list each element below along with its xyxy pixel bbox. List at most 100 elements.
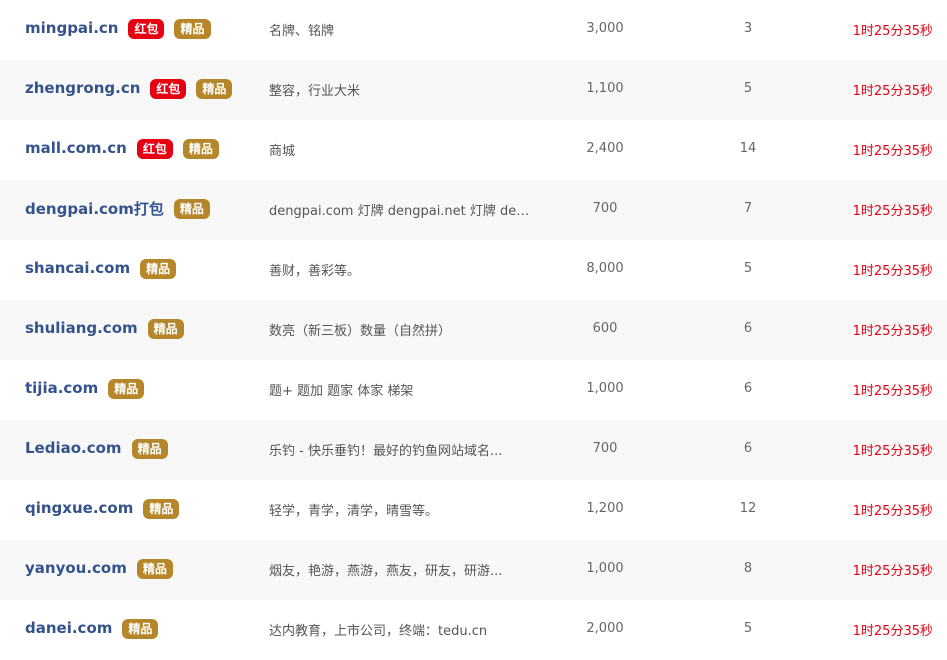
countdown-cell: 1时25分35秒 <box>852 83 933 99</box>
description-text: 商城 <box>269 143 296 159</box>
premium-badge: 精品 <box>182 139 219 159</box>
price-cell: 1,200 <box>586 500 624 516</box>
price-cell: 2,400 <box>586 140 624 156</box>
description-text: dengpai.com 灯牌 dengpai.net 灯牌 den... <box>269 203 532 219</box>
price-cell: 1,000 <box>586 380 624 396</box>
domain-cell: zhengrong.cn 红包 精品 <box>25 60 233 116</box>
domain-link[interactable]: tijia.com <box>25 379 98 397</box>
price-cell: 1,000 <box>586 560 624 576</box>
bid-count-cell: 5 <box>743 260 753 276</box>
premium-badge: 精品 <box>147 319 184 339</box>
premium-badge: 精品 <box>196 79 233 99</box>
description-cell: 商城 <box>269 120 539 178</box>
red-packet-badge: 红包 <box>136 139 173 159</box>
red-packet-badge: 红包 <box>128 19 165 39</box>
description-cell: 善财，善彩等。 <box>269 240 539 298</box>
price-cell: 600 <box>592 320 618 336</box>
countdown-cell: 1时25分35秒 <box>852 563 933 579</box>
countdown-cell: 1时25分35秒 <box>852 203 933 219</box>
domain-link[interactable]: danei.com <box>25 619 112 637</box>
bid-count-cell: 14 <box>739 140 757 156</box>
table-row[interactable]: danei.com 精品 达内教育，上市公司，终端：tedu.cn 2,000 5 1时2… <box>0 600 947 660</box>
table-row[interactable]: Lediao.com 精品 乐钓 - 快乐垂钓！最好的钓鱼网站域名... 700 6 1时… <box>0 420 947 480</box>
description-cell: 数亮（新三板）数量（自然拼） <box>269 300 539 358</box>
countdown-cell: 1时25分35秒 <box>852 263 933 279</box>
price-cell: 3,000 <box>586 20 624 36</box>
domain-link[interactable]: shancai.com <box>25 259 130 277</box>
description-cell: 烟友，艳游，燕游，燕友，研友，研游... <box>269 540 539 598</box>
table-row[interactable]: dengpai.com打包 精品 dengpai.com 灯牌 dengpai.ne… <box>0 180 947 240</box>
domain-link[interactable]: yanyou.com <box>25 559 127 577</box>
description-text: 乐钓 - 快乐垂钓！最好的钓鱼网站域名... <box>269 443 503 459</box>
bid-count-cell: 7 <box>743 200 753 216</box>
red-packet-badge: 红包 <box>150 79 187 99</box>
table-row[interactable]: shancai.com 精品 善财，善彩等。 8,000 5 1时25分35秒 <box>0 240 947 300</box>
countdown-cell: 1时25分35秒 <box>852 503 933 519</box>
domain-link[interactable]: dengpai.com打包 <box>25 198 164 219</box>
description-cell: 整容，行业大米 <box>269 60 539 118</box>
description-text: 善财，善彩等。 <box>269 263 361 279</box>
description-text: 数亮（新三板）数量（自然拼） <box>269 323 452 339</box>
premium-badge: 精品 <box>174 19 211 39</box>
description-text: 轻学，青学，清学，晴雪等。 <box>269 503 439 519</box>
countdown-cell: 1时25分35秒 <box>852 323 933 339</box>
premium-badge: 精品 <box>122 619 159 639</box>
premium-badge: 精品 <box>108 379 145 399</box>
domain-cell: shuliang.com 精品 <box>25 300 184 356</box>
bid-count-cell: 3 <box>743 20 753 36</box>
description-cell: 名牌、铭牌 <box>269 0 539 58</box>
description-cell: 达内教育，上市公司，终端：tedu.cn <box>269 600 539 658</box>
description-text: 名牌、铭牌 <box>269 23 335 39</box>
price-cell: 8,000 <box>586 260 624 276</box>
countdown-cell: 1时25分35秒 <box>852 623 933 639</box>
price-cell: 1,100 <box>586 80 624 96</box>
domain-auction-table: mingpai.cn 红包 精品 名牌、铭牌 3,000 3 1时25分35秒 zhengro… <box>0 0 947 660</box>
premium-badge: 精品 <box>140 259 177 279</box>
bid-count-cell: 8 <box>743 560 753 576</box>
domain-link[interactable]: mingpai.cn <box>25 19 118 37</box>
domain-cell: mall.com.cn 红包 精品 <box>25 120 219 176</box>
table-row[interactable]: zhengrong.cn 红包 精品 整容，行业大米 1,100 5 1时25分35秒 <box>0 60 947 120</box>
table-row[interactable]: qingxue.com 精品 轻学，青学，清学，晴雪等。 1,200 12 1时25分35… <box>0 480 947 540</box>
domain-link[interactable]: qingxue.com <box>25 499 133 517</box>
price-cell: 700 <box>592 200 618 216</box>
description-text: 题+ 题加 题家 体家 梯架 <box>269 383 414 399</box>
premium-badge: 精品 <box>131 439 168 459</box>
domain-link[interactable]: Lediao.com <box>25 439 122 457</box>
bid-count-cell: 6 <box>743 380 753 396</box>
bid-count-cell: 5 <box>743 80 753 96</box>
description-text: 达内教育，上市公司，终端：tedu.cn <box>269 623 488 639</box>
domain-link[interactable]: shuliang.com <box>25 319 138 337</box>
countdown-cell: 1时25分35秒 <box>852 23 933 39</box>
bid-count-cell: 5 <box>743 620 753 636</box>
bid-count-cell: 6 <box>743 440 753 456</box>
domain-cell: tijia.com 精品 <box>25 360 145 416</box>
domain-link[interactable]: zhengrong.cn <box>25 79 140 97</box>
description-cell: 乐钓 - 快乐垂钓！最好的钓鱼网站域名... <box>269 420 539 478</box>
domain-cell: Lediao.com 精品 <box>25 420 168 476</box>
domain-cell: qingxue.com 精品 <box>25 480 180 536</box>
description-text: 烟友，艳游，燕游，燕友，研友，研游... <box>269 563 503 579</box>
domain-cell: shancai.com 精品 <box>25 240 177 296</box>
domain-cell: danei.com 精品 <box>25 600 159 656</box>
countdown-cell: 1时25分35秒 <box>852 443 933 459</box>
premium-badge: 精品 <box>143 499 180 519</box>
table-row[interactable]: yanyou.com 精品 烟友，艳游，燕游，燕友，研友，研游... 1,000 8 1时… <box>0 540 947 600</box>
table-row[interactable]: shuliang.com 精品 数亮（新三板）数量（自然拼） 600 6 1时25分35秒 <box>0 300 947 360</box>
premium-badge: 精品 <box>136 559 173 579</box>
domain-cell: yanyou.com 精品 <box>25 540 173 596</box>
domain-cell: dengpai.com打包 精品 <box>25 180 210 236</box>
domain-link[interactable]: mall.com.cn <box>25 139 127 157</box>
domain-cell: mingpai.cn 红包 精品 <box>25 0 211 56</box>
description-cell: 轻学，青学，清学，晴雪等。 <box>269 480 539 538</box>
description-cell: 题+ 题加 题家 体家 梯架 <box>269 360 539 418</box>
price-cell: 2,000 <box>586 620 624 636</box>
table-row[interactable]: mingpai.cn 红包 精品 名牌、铭牌 3,000 3 1时25分35秒 <box>0 0 947 60</box>
table-row[interactable]: tijia.com 精品 题+ 题加 题家 体家 梯架 1,000 6 1时25分35秒 <box>0 360 947 420</box>
countdown-cell: 1时25分35秒 <box>852 383 933 399</box>
countdown-cell: 1时25分35秒 <box>852 143 933 159</box>
description-text: 整容，行业大米 <box>269 83 361 99</box>
description-cell: dengpai.com 灯牌 dengpai.net 灯牌 den... <box>269 180 539 238</box>
bid-count-cell: 12 <box>739 500 757 516</box>
table-row[interactable]: mall.com.cn 红包 精品 商城 2,400 14 1时25分35秒 <box>0 120 947 180</box>
